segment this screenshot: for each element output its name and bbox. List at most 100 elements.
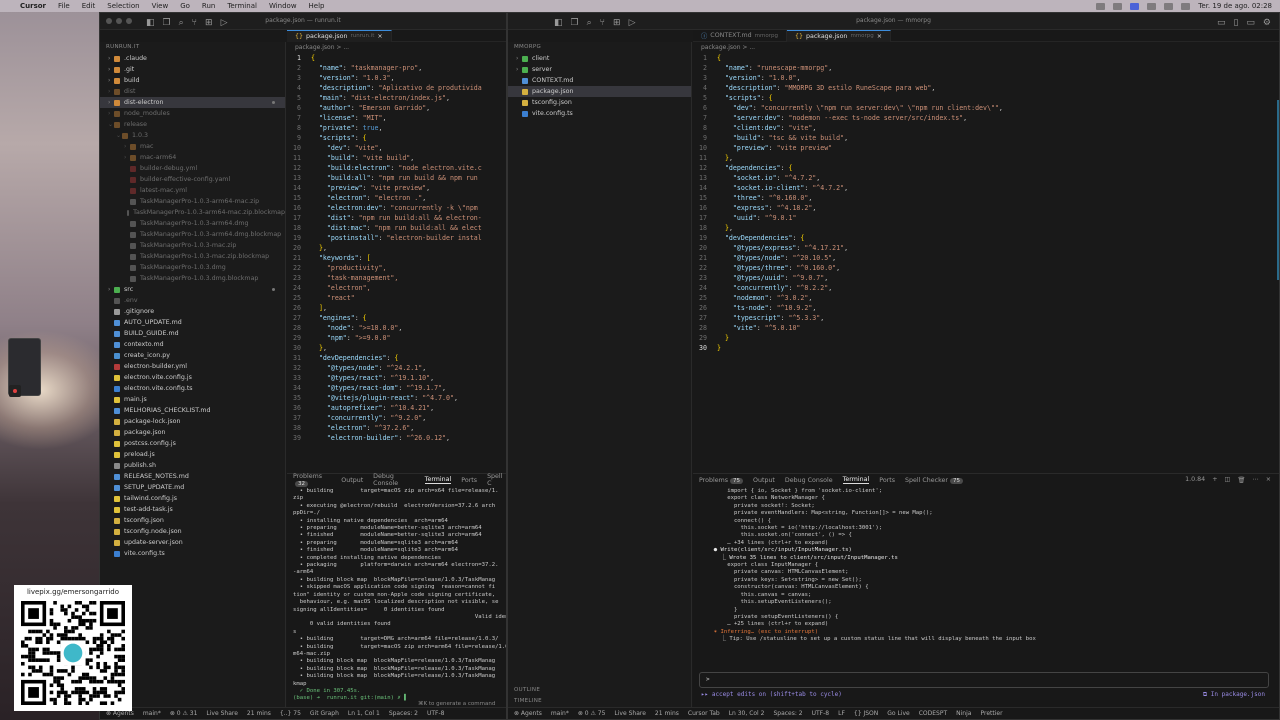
code-line[interactable]: 3 "version": "1.0.3", <box>287 73 506 83</box>
file-item[interactable]: BUILD_GUIDE.md <box>100 328 285 339</box>
code-line[interactable]: 12 "dependencies": { <box>693 163 1279 173</box>
tab-terminal[interactable]: Terminal <box>842 476 870 484</box>
code-line[interactable]: 10 "preview": "vite preview" <box>693 143 1279 153</box>
file-item[interactable]: test-add-task.js <box>100 504 285 515</box>
extensions-icon[interactable]: ⊞ <box>205 16 213 31</box>
code-line[interactable]: 22 "productivity", <box>287 263 506 273</box>
status-item[interactable]: Live Share <box>206 710 237 717</box>
code-line[interactable]: 9 "build": "tsc && vite build", <box>693 133 1279 143</box>
code-line[interactable]: 39 "electron-builder": "^26.0.12", <box>287 433 506 443</box>
status-icon[interactable] <box>1113 2 1123 10</box>
layout-icon[interactable]: ▭ <box>1246 16 1255 31</box>
code-line[interactable]: 37 "concurrently": "^9.2.0", <box>287 413 506 423</box>
terminal-instance-label[interactable]: 1.0.84 <box>1185 476 1205 484</box>
status-item[interactable]: Spaces: 2 <box>389 710 418 717</box>
tab-debug-console[interactable]: Debug Console <box>785 477 833 484</box>
file-item[interactable]: TaskManagerPro-1.0.3-mac.zip.blockmap <box>100 251 285 262</box>
record-icon[interactable] <box>9 385 21 397</box>
file-item[interactable]: vite.config.ts <box>100 548 285 559</box>
folder-item[interactable]: › build <box>100 75 285 86</box>
code-line[interactable]: 20 "@types/express": "^4.17.21", <box>693 243 1279 253</box>
code-line[interactable]: 5 "main": "dist-electron/index.js", <box>287 93 506 103</box>
menubar-clock[interactable]: Ter. 19 de ago. 02:28 <box>1198 2 1272 10</box>
terminal-output[interactable]: import { io, Socket } from 'socket.io-cl… <box>693 486 1279 646</box>
breadcrumb[interactable]: package.json > ... <box>287 42 506 53</box>
generate-command-hint[interactable]: ⌘K to generate a command <box>418 701 495 707</box>
file-item[interactable]: electron.vite.config.ts <box>100 383 285 394</box>
code-line[interactable]: 14 "preview": "vite preview", <box>287 183 506 193</box>
layout-icon[interactable]: ▭ <box>1217 16 1226 31</box>
file-item[interactable]: latest-mac.yml <box>100 185 285 196</box>
search-icon[interactable]: ⌕ <box>587 16 592 31</box>
file-item[interactable]: TaskManagerPro-1.0.3-arm64.dmg <box>100 218 285 229</box>
code-line[interactable]: 27 "typescript": "^5.3.3", <box>693 313 1279 323</box>
code-line[interactable]: 24 "electron", <box>287 283 506 293</box>
code-line[interactable]: 14 "socket.io-client": "^4.7.2", <box>693 183 1279 193</box>
tab-spell-checker[interactable]: Spell C <box>487 473 506 487</box>
code-line[interactable]: 29 } <box>693 333 1279 343</box>
status-item[interactable]: 21 mins <box>247 710 271 717</box>
wifi-icon[interactable] <box>1147 2 1157 10</box>
sidebar-toggle-icon[interactable]: ◧ <box>146 16 155 31</box>
files-icon[interactable]: ❐ <box>163 16 171 31</box>
code-line[interactable]: 2 "name": "taskmanager-pro", <box>287 63 506 73</box>
status-item[interactable]: ⊗ 0 ⚠ 31 <box>170 710 198 717</box>
folder-item[interactable]: › .git <box>100 64 285 75</box>
code-line[interactable]: 16 "express": "^4.18.2", <box>693 203 1279 213</box>
code-line[interactable]: 7 "license": "MIT", <box>287 113 506 123</box>
code-line[interactable]: 35 "@vitejs/plugin-react": "^4.7.0", <box>287 393 506 403</box>
search-icon[interactable] <box>1164 2 1174 10</box>
source-control-icon[interactable]: ⑂ <box>600 16 605 31</box>
close-icon[interactable]: × <box>377 33 382 40</box>
file-item[interactable]: preload.js <box>100 449 285 460</box>
menu-terminal[interactable]: Terminal <box>227 2 257 10</box>
tab-ports[interactable]: Ports <box>879 477 895 484</box>
code-line[interactable]: 22 "@types/three": "^0.160.0", <box>693 263 1279 273</box>
code-line[interactable]: 25 "nodemon": "^3.0.2", <box>693 293 1279 303</box>
code-line[interactable]: 8 "private": true, <box>287 123 506 133</box>
code-line[interactable]: 30} <box>693 343 1279 353</box>
status-icon[interactable] <box>1096 2 1106 10</box>
status-item[interactable]: ⊗ 0 ⚠ 75 <box>578 710 606 717</box>
timeline-section[interactable]: TIMELINE <box>508 696 691 707</box>
code-line[interactable]: 26 ], <box>287 303 506 313</box>
extensions-icon[interactable]: ⊞ <box>613 16 621 31</box>
terminal-output[interactable]: • building target=macOS zip arch=x64 fil… <box>287 486 506 705</box>
source-control-icon[interactable]: ⑂ <box>192 16 197 31</box>
tab-spell-checker[interactable]: Spell Checker 75 <box>905 477 963 484</box>
breadcrumb[interactable]: package.json > ... <box>693 42 1279 53</box>
scrollbar[interactable] <box>1277 100 1279 280</box>
code-line[interactable]: 18 }, <box>693 223 1279 233</box>
file-item[interactable]: SETUP_UPDATE.md <box>100 482 285 493</box>
file-item[interactable]: TaskManagerPro-1.0.3-arm64-mac.zip.block… <box>100 207 285 218</box>
close-icon[interactable]: × <box>1266 476 1271 484</box>
code-line[interactable]: 25 "react" <box>287 293 506 303</box>
tab-output[interactable]: Output <box>753 477 775 484</box>
code-line[interactable]: 26 "ts-node": "^10.9.2", <box>693 303 1279 313</box>
trash-icon[interactable]: 🗑 <box>1237 476 1245 484</box>
status-item[interactable]: Cursor Tab <box>688 710 720 717</box>
file-item[interactable]: builder-effective-config.yaml <box>100 174 285 185</box>
menu-app-name[interactable]: Cursor <box>20 2 46 10</box>
code-line[interactable]: 4 "description": "MMORPG 3D estilo RuneS… <box>693 83 1279 93</box>
code-line[interactable]: 16 "electron:dev": "concurrently -k \"np… <box>287 203 506 213</box>
status-item[interactable]: {..} 75 <box>280 710 301 717</box>
file-item[interactable]: TaskManagerPro-1.0.3-arm64-mac.zip <box>100 196 285 207</box>
code-line[interactable]: 12 "build:electron": "node electron.vite… <box>287 163 506 173</box>
code-line[interactable]: 4 "description": "Aplicativo de produtiv… <box>287 83 506 93</box>
control-center-icon[interactable] <box>1181 2 1191 10</box>
run-debug-icon[interactable]: ▷ <box>629 16 636 31</box>
folder-item[interactable]: › mac <box>100 141 285 152</box>
status-item[interactable]: main* <box>143 710 161 717</box>
status-icon[interactable] <box>1130 2 1140 10</box>
file-item[interactable]: TaskManagerPro-1.0.3.dmg.blockmap <box>100 273 285 284</box>
status-item[interactable]: Prettier <box>980 710 1002 717</box>
file-item[interactable]: TaskManagerPro-1.0.3-mac.zip <box>100 240 285 251</box>
code-line[interactable]: 10 "dev": "vite", <box>287 143 506 153</box>
file-item[interactable]: create_icon.py <box>100 350 285 361</box>
folder-item[interactable]: › client <box>508 53 691 64</box>
code-line[interactable]: 9 "scripts": { <box>287 133 506 143</box>
tab-problems[interactable]: Problems 75 <box>699 477 744 484</box>
folder-item[interactable]: › mac-arm64 <box>100 152 285 163</box>
code-view[interactable]: 1{2 "name": "runescape-mmorpg", 3 "versio… <box>693 53 1279 353</box>
